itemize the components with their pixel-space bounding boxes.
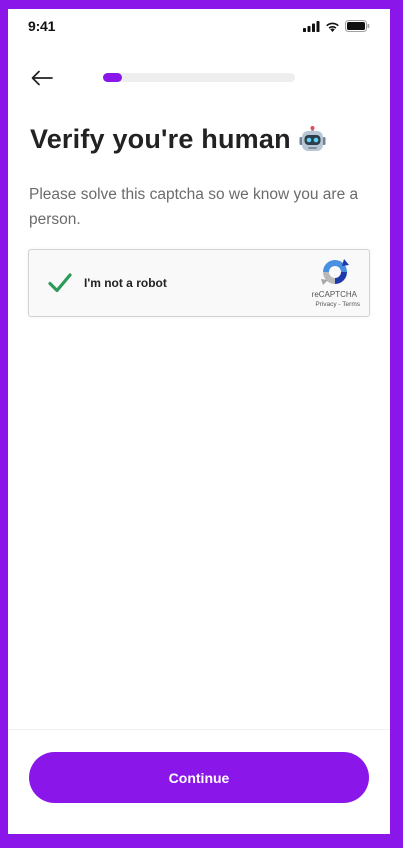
recaptcha-logo-icon xyxy=(321,259,349,285)
title-row: Verify you're human xyxy=(30,124,326,155)
device-frame: 9:41 Verify you're human Please solve th… xyxy=(0,0,403,848)
recaptcha-links: Privacy - Terms xyxy=(315,301,360,308)
recaptcha-brand-text: reCAPTCHA xyxy=(311,290,357,299)
continue-button[interactable]: Continue xyxy=(29,752,369,803)
progress-bar xyxy=(103,73,295,82)
robot-icon xyxy=(299,126,326,151)
terms-link[interactable]: Terms xyxy=(342,301,360,308)
captcha-label: I'm not a robot xyxy=(84,276,167,290)
back-button[interactable] xyxy=(28,67,56,89)
page-title: Verify you're human xyxy=(30,124,291,154)
page-subtitle: Please solve this captcha so we know you… xyxy=(29,186,359,228)
checkmark-icon[interactable] xyxy=(47,270,73,296)
wifi-icon xyxy=(326,22,339,32)
status-time: 9:41 xyxy=(28,18,56,34)
app-screen: 9:41 Verify you're human Please solve th… xyxy=(8,9,390,834)
progress-fill xyxy=(103,73,123,82)
footer-divider xyxy=(8,729,390,730)
privacy-link[interactable]: Privacy xyxy=(315,301,336,308)
cellular-signal-icon xyxy=(303,20,320,32)
status-icons xyxy=(303,20,370,32)
status-bar: 9:41 xyxy=(8,9,390,43)
battery-icon xyxy=(345,20,370,32)
recaptcha-widget: I'm not a robot reCAPTCHA Privacy - Term… xyxy=(28,249,370,317)
arrow-left-icon xyxy=(31,70,53,86)
